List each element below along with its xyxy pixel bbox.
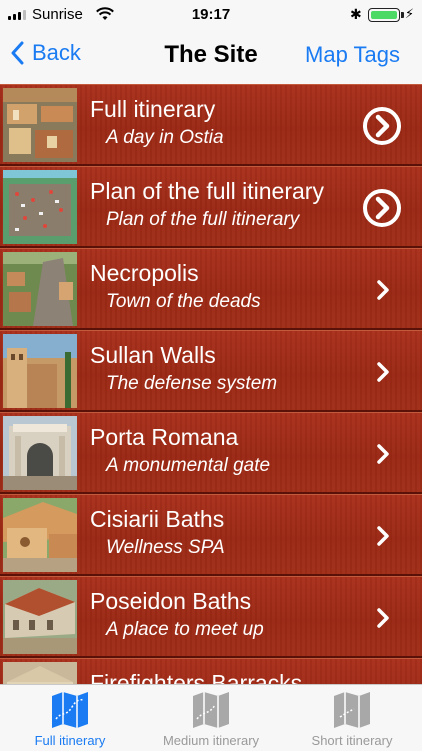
tab-label: Full itinerary xyxy=(34,733,106,748)
bluetooth-icon: ✱ xyxy=(350,6,362,22)
map-icon xyxy=(334,692,370,728)
list-item[interactable]: Porta Romana A monumental gate xyxy=(0,412,422,494)
charging-icon: ⚡ xyxy=(405,6,415,21)
tab-bar: Full itinerary Medium itinerary Short it… xyxy=(0,684,422,751)
circle-chevron-icon xyxy=(363,189,401,227)
list-item[interactable]: Plan of the full itinerary Plan of the f… xyxy=(0,166,422,248)
navigation-bar: Back The Site Map Tags xyxy=(0,30,422,84)
item-title: Poseidon Baths xyxy=(90,588,252,614)
thumbnail-image xyxy=(3,252,77,326)
thumbnail-image xyxy=(3,416,77,490)
back-label: Back xyxy=(32,40,81,65)
battery-icon xyxy=(368,8,404,22)
map-icon xyxy=(193,692,229,728)
map-icon xyxy=(52,692,88,728)
chevron-right-icon xyxy=(377,444,389,464)
item-subtitle: A monumental gate xyxy=(106,455,271,476)
item-subtitle: Plan of the full itinerary xyxy=(106,209,300,230)
list-item[interactable]: Poseidon Baths A place to meet up xyxy=(0,576,422,658)
item-title: Cisiarii Baths xyxy=(90,506,225,532)
chevron-right-icon xyxy=(377,526,389,546)
chevron-left-icon xyxy=(11,41,24,65)
thumbnail-image xyxy=(3,498,77,572)
map-tags-button[interactable]: Map Tags xyxy=(305,42,400,68)
item-title: Porta Romana xyxy=(90,424,239,450)
thumbnail-image xyxy=(3,580,77,654)
item-subtitle: Wellness SPA xyxy=(106,537,225,558)
thumbnail-image xyxy=(3,170,77,244)
item-title: Sullan Walls xyxy=(90,342,216,368)
status-bar: Sunrise 19:17 ✱ ⚡ xyxy=(0,0,422,30)
chevron-right-icon xyxy=(377,362,389,382)
list-item[interactable]: Cisiarii Baths Wellness SPA xyxy=(0,494,422,576)
item-subtitle: A day in Ostia xyxy=(106,127,224,148)
tab-full-itinerary[interactable]: Full itinerary xyxy=(0,685,140,751)
tab-short-itinerary[interactable]: Short itinerary xyxy=(282,685,422,751)
item-title: Firefighters Barracks xyxy=(90,670,303,684)
tab-label: Short itinerary xyxy=(311,733,393,748)
site-list: Full itinerary A day in Ostia Plan of th… xyxy=(0,84,422,684)
back-button[interactable]: Back xyxy=(10,40,81,66)
item-subtitle: A place to meet up xyxy=(106,619,264,640)
list-item[interactable]: Sullan Walls The defense system xyxy=(0,330,422,412)
chevron-right-icon xyxy=(377,608,389,628)
list-item[interactable]: Firefighters Barracks xyxy=(0,658,422,684)
item-subtitle: The defense system xyxy=(106,373,278,394)
chevron-right-icon xyxy=(377,280,389,300)
list-item[interactable]: Full itinerary A day in Ostia xyxy=(0,84,422,166)
thumbnail-image xyxy=(3,334,77,408)
circle-chevron-icon xyxy=(363,107,401,145)
item-title: Necropolis xyxy=(90,260,199,286)
tab-label: Medium itinerary xyxy=(162,733,260,748)
thumbnail-image xyxy=(3,662,77,684)
item-title: Full itinerary xyxy=(90,96,216,122)
item-subtitle: Town of the deads xyxy=(106,291,261,312)
tab-medium-itinerary[interactable]: Medium itinerary xyxy=(141,685,281,751)
item-title: Plan of the full itinerary xyxy=(90,178,324,204)
list-item[interactable]: Necropolis Town of the deads xyxy=(0,248,422,330)
thumbnail-image xyxy=(3,88,77,162)
